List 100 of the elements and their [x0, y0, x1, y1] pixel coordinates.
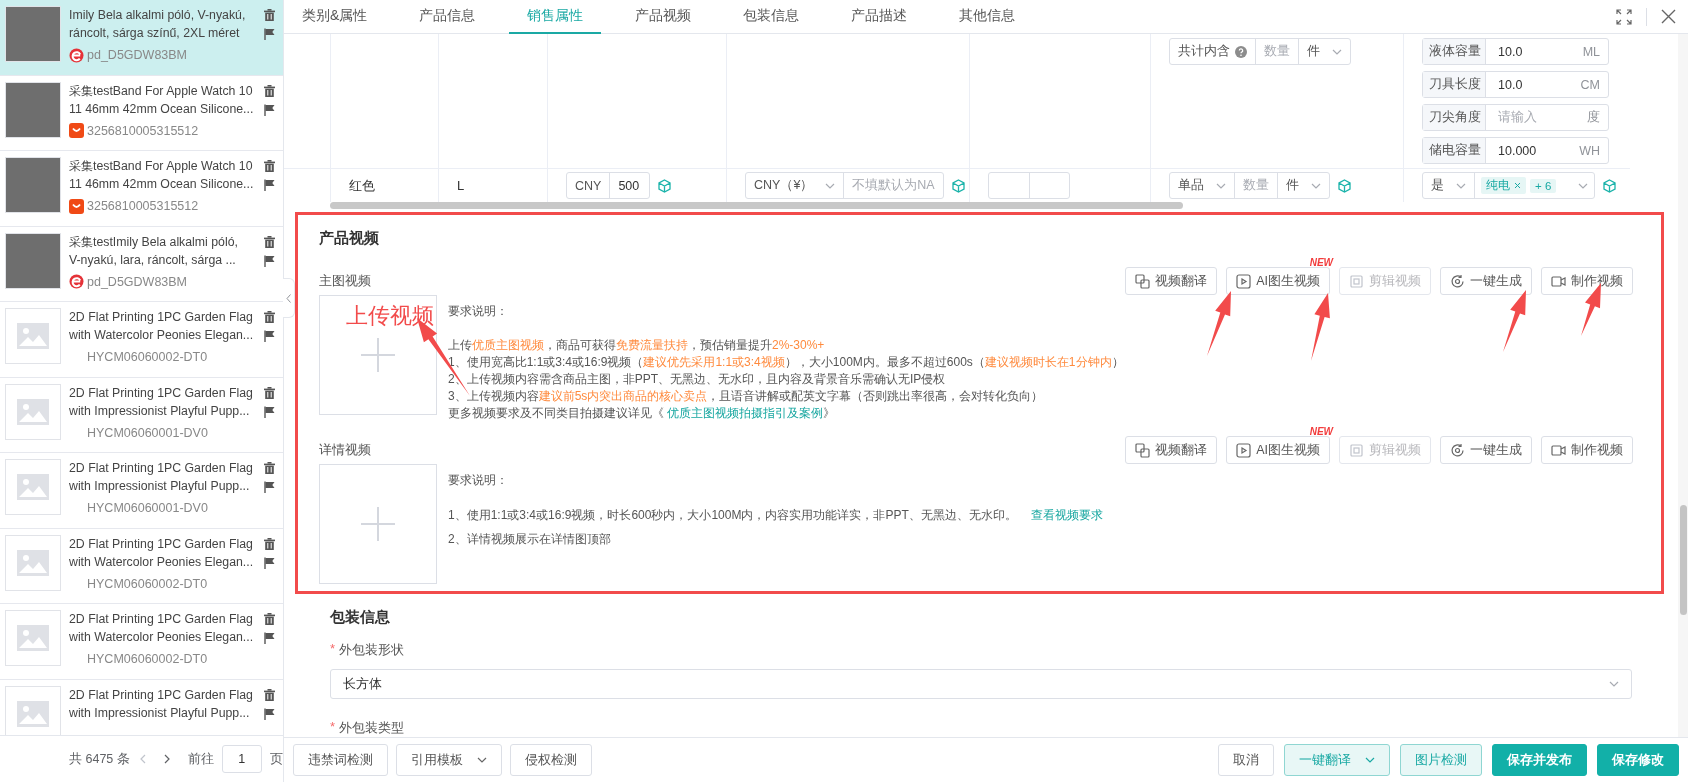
action-button[interactable]: 视频翻译: [1125, 267, 1218, 295]
product-title: 2D Flat Printing 1PC Garden Flag with Watercolor Peonies Elegan...: [69, 611, 255, 646]
chevron-left-icon: [139, 754, 146, 764]
footer-button[interactable]: 违禁词检测: [293, 744, 388, 776]
dropdown[interactable]: 是: [1423, 173, 1474, 198]
tab[interactable]: 其他信息: [941, 0, 1034, 34]
requirement-text: 1、使用1:1或3:4或16:9视频，时长600秒内，大小100M内，内容实用功能详实，非PPT、无黑边、无水印。: [448, 507, 1017, 524]
flag-icon[interactable]: [264, 28, 275, 40]
tab[interactable]: 包装信息: [725, 0, 818, 34]
input-field[interactable]: 10.0 ML: [1485, 39, 1608, 64]
field-label: 储电容量: [1429, 142, 1481, 159]
requirement-text: 2、上传视频内容需含商品主图，非PPT、无黑边、无水印，且内容及背景音乐需确认无IP侵权: [448, 371, 947, 388]
input-field[interactable]: 10.0 CM: [1485, 72, 1608, 97]
action-button[interactable]: AI图生视频: [1226, 436, 1330, 464]
annotation-arrow: [1503, 290, 1526, 352]
smile-logo-icon: [69, 123, 84, 138]
tab[interactable]: 产品描述: [833, 0, 926, 34]
footer-button[interactable]: 取消: [1218, 744, 1274, 776]
trash-icon[interactable]: [264, 386, 275, 399]
footer-button[interactable]: 引用模板: [396, 744, 502, 776]
trash-icon[interactable]: [264, 235, 275, 248]
trash-icon[interactable]: [264, 160, 275, 172]
trash-icon[interactable]: [264, 613, 275, 625]
cube-icon[interactable]: [658, 178, 672, 193]
flag-icon[interactable]: [264, 481, 275, 493]
action-button[interactable]: AI图生视频: [1226, 267, 1330, 295]
action-button[interactable]: 一键生成: [1440, 267, 1532, 295]
chevron-down-icon: [1365, 757, 1375, 763]
product-item[interactable]: Imily Bela alkalmi póló, V-nyakú, ráncolt, sárga színű, 2XL méret pd_D5GDW83BM: [0, 0, 283, 76]
trash-icon[interactable]: [264, 311, 275, 323]
flag-icon[interactable]: [264, 707, 275, 720]
dropdown[interactable]: 件: [1298, 39, 1350, 64]
photo-placeholder: [5, 6, 61, 62]
dropdown[interactable]: 长方体: [330, 669, 1632, 699]
field-label: 外包装形状: [339, 641, 405, 659]
trash-icon[interactable]: [264, 537, 275, 550]
trash-icon[interactable]: [264, 688, 275, 701]
flag-icon[interactable]: [264, 330, 275, 342]
image-icon: [17, 549, 49, 576]
action-button[interactable]: 制作视频: [1541, 436, 1633, 464]
image-icon: [17, 625, 49, 651]
flag-icon[interactable]: [264, 632, 275, 644]
field-label: 主图视频: [319, 272, 371, 290]
flag-icon[interactable]: [264, 254, 275, 267]
cube-icon[interactable]: [951, 178, 965, 193]
smile-logo-icon: [69, 198, 84, 214]
dropdown[interactable]: CNY（¥）: [746, 173, 844, 198]
action-button[interactable]: 一键生成: [1440, 436, 1532, 464]
cube-icon[interactable]: [1338, 178, 1351, 193]
page-input[interactable]: 1: [221, 745, 262, 773]
image-icon: [17, 398, 49, 425]
trash-icon[interactable]: [264, 462, 275, 474]
tab[interactable]: 类别&属性: [284, 0, 386, 34]
close-button[interactable]: [1659, 7, 1678, 26]
field-label: CNY: [575, 178, 602, 193]
chevron-down-icon: [825, 182, 836, 189]
close-icon: [1661, 9, 1676, 24]
flag-icon[interactable]: [264, 556, 275, 569]
chevron-left-icon: [286, 293, 291, 303]
cube-icon[interactable]: [1603, 178, 1616, 193]
product-sku: 3256810005315512: [87, 123, 199, 138]
flag-icon[interactable]: [264, 179, 275, 191]
dropdown[interactable]: 件: [1277, 173, 1329, 198]
requirement-text: 更多视频要求及不同类目拍摄建议详见《 优质主图视频拍摄指引及案例》: [448, 405, 837, 422]
product-sku: HYCM06060002-DT0: [87, 350, 208, 364]
tab[interactable]: 产品视频: [617, 0, 710, 34]
field-label: 刀尖角度: [1429, 109, 1481, 126]
chevron-right-icon: [163, 754, 170, 764]
play-square-icon: [1236, 442, 1252, 458]
tab[interactable]: 产品信息: [401, 0, 494, 34]
trash-icon[interactable]: [264, 84, 275, 97]
frame-icon: [1349, 273, 1364, 289]
product-sku: HYCM06060001-DV0: [87, 425, 208, 440]
scrollbar-thumb[interactable]: [1680, 505, 1687, 615]
input-field[interactable]: 500: [609, 173, 650, 198]
tag: 纯电: [1481, 177, 1526, 194]
scrollbar-thumb[interactable]: [330, 202, 1183, 209]
chevron-down-icon: [1332, 48, 1342, 55]
action-button[interactable]: 视频翻译: [1125, 436, 1218, 464]
annotation-arrow: [1311, 293, 1330, 361]
fullscreen-button[interactable]: [1614, 6, 1634, 27]
input-field[interactable]: 10.000 WH: [1485, 138, 1608, 163]
section-title: 包装信息: [330, 608, 391, 627]
camera-icon: [1551, 273, 1566, 289]
dropdown[interactable]: 单品: [1170, 173, 1234, 198]
flag-icon[interactable]: [264, 405, 275, 418]
product-sku: pd_D5GDW83BM: [87, 274, 188, 289]
upload-box[interactable]: [319, 295, 437, 415]
chevron-down-icon: [1456, 182, 1466, 189]
product-title: 采集testImily Bela alkalmi póló, V-nyakú, lara, ráncolt, sárga ...: [69, 233, 239, 269]
image-icon: [17, 323, 49, 349]
trash-icon[interactable]: [264, 9, 275, 21]
collapse-handle[interactable]: [283, 278, 295, 318]
close-icon[interactable]: [1514, 182, 1521, 189]
product-sku: HYCM06060002-DT0: [87, 652, 208, 666]
flag-icon[interactable]: [264, 103, 275, 116]
action-button[interactable]: 制作视频: [1541, 267, 1633, 295]
product-title: 2D Flat Printing 1PC Garden Flag with Impressionist Playful Pupp...: [69, 384, 254, 420]
requirements-title: 要求说明：: [448, 303, 509, 320]
footer-button[interactable]: 侵权检测: [510, 744, 592, 776]
